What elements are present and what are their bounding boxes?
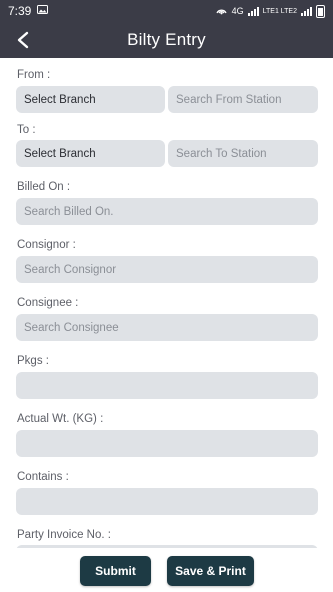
from-station-search[interactable]: Search From Station <box>168 86 318 113</box>
signal-icon-2 <box>301 6 312 16</box>
action-bar: Submit Save & Print <box>0 548 333 592</box>
to-label: To : <box>17 124 36 136</box>
party-invoice-label: Party Invoice No. : <box>17 529 111 541</box>
pkgs-label: Pkgs : <box>17 355 49 367</box>
back-button[interactable] <box>10 28 36 52</box>
network-type: 4G <box>231 6 244 16</box>
bilty-form: From : Select Branch Search From Station… <box>0 58 333 548</box>
contains-input[interactable] <box>16 488 318 515</box>
battery-icon <box>316 4 325 18</box>
status-right: 4G LTE1 LTE2 <box>215 4 325 18</box>
gallery-notification-icon <box>37 5 49 17</box>
consignor-label: Consignor : <box>17 239 76 251</box>
contains-label: Contains : <box>17 471 69 483</box>
billed-on-search[interactable]: Search Billed On. <box>16 198 318 225</box>
to-station-search[interactable]: Search To Station <box>168 140 318 167</box>
page-title: Bilty Entry <box>127 30 206 49</box>
signal-icon-1 <box>247 6 259 16</box>
to-branch-select[interactable]: Select Branch <box>16 140 165 167</box>
app-bar: Bilty Entry <box>0 22 333 58</box>
from-branch-select[interactable]: Select Branch <box>16 86 165 113</box>
from-label: From : <box>17 69 51 81</box>
actual-wt-label: Actual Wt. (KG) : <box>17 413 104 425</box>
consignee-search[interactable]: Search Consignee <box>16 314 318 341</box>
actual-wt-input[interactable] <box>16 430 318 457</box>
submit-button[interactable]: Submit <box>80 556 151 586</box>
status-left: 7:39 <box>8 4 49 18</box>
status-bar: 7:39 4G LTE1 LTE2 <box>0 0 333 22</box>
consignee-label: Consignee : <box>17 297 79 309</box>
hotspot-icon <box>215 5 228 17</box>
billed-on-label: Billed On : <box>17 181 71 193</box>
consignor-search[interactable]: Search Consignor <box>16 256 318 283</box>
network-detail: LTE1 LTE2 <box>262 7 297 15</box>
save-print-button[interactable]: Save & Print <box>167 556 254 586</box>
back-arrow-icon <box>17 31 29 49</box>
status-time: 7:39 <box>8 4 32 18</box>
pkgs-input[interactable] <box>16 372 318 399</box>
